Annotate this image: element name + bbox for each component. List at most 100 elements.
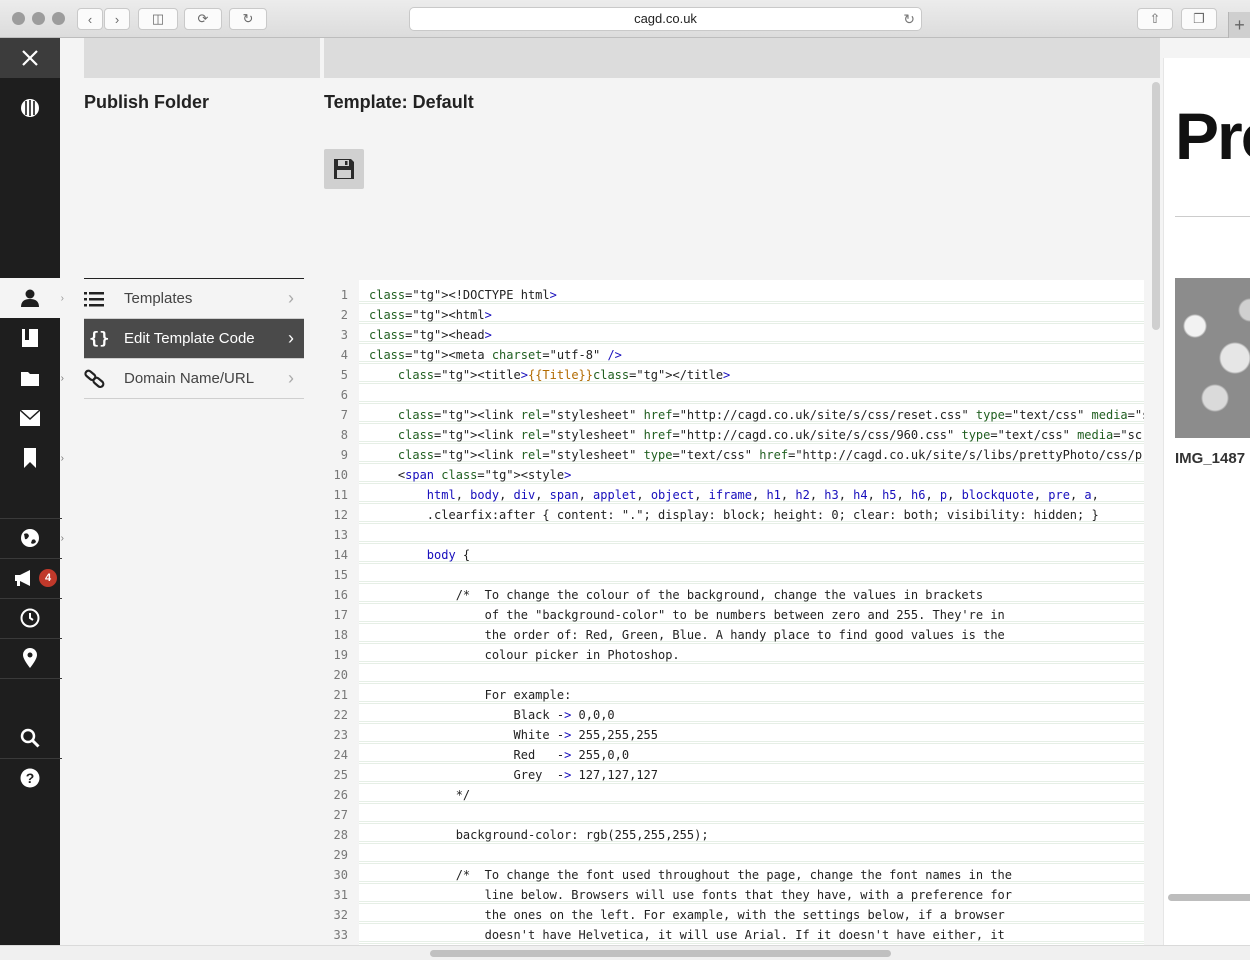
code-line[interactable]: 7 class="tg"><link rel="stylesheet" href… xyxy=(324,405,1144,425)
code-line[interactable]: 13 xyxy=(324,525,1144,545)
back-button[interactable]: ‹ xyxy=(77,8,103,30)
line-number: 1 xyxy=(340,288,348,302)
code-line[interactable]: 33 doesn't have Helvetica, it will use A… xyxy=(324,925,1144,945)
line-number: 8 xyxy=(340,428,348,442)
code-line[interactable]: 19 colour picker in Photoshop. xyxy=(324,645,1144,665)
close-window-button[interactable] xyxy=(12,12,25,25)
code-line[interactable]: 3 class="tg"><head> xyxy=(324,325,1144,345)
braces-icon: {} xyxy=(89,328,110,349)
code-text: the ones on the left. For example, with … xyxy=(369,908,1005,922)
refresh-button[interactable]: ↻ xyxy=(229,8,267,30)
vertical-scrollbar[interactable] xyxy=(1152,82,1160,330)
code-text: class="tg"><!DOCTYPE html> xyxy=(369,288,557,302)
line-number: 19 xyxy=(333,648,348,662)
sidebar-item-announcements[interactable]: 4 xyxy=(0,558,60,598)
new-tab-button[interactable]: + xyxy=(1228,12,1250,38)
preview-photo[interactable] xyxy=(1175,278,1250,438)
svg-text:?: ? xyxy=(26,770,35,786)
code-line[interactable]: 26 */ xyxy=(324,785,1144,805)
code-line[interactable]: 15 xyxy=(324,565,1144,585)
sidebar-item-folders[interactable]: › xyxy=(0,358,64,398)
envelope-icon xyxy=(20,410,40,426)
code-line[interactable]: 12 .clearfix:after { content: "."; displ… xyxy=(324,505,1144,525)
megaphone-icon xyxy=(15,570,30,586)
code-line[interactable]: 29 xyxy=(324,845,1144,865)
code-line[interactable]: 16 /* To change the colour of the backgr… xyxy=(324,585,1144,605)
save-button[interactable] xyxy=(324,149,364,189)
code-line[interactable]: 21 For example: xyxy=(324,685,1144,705)
sidebar-item-search[interactable] xyxy=(0,718,60,758)
code-line[interactable]: 5 class="tg"><title>{{Title}}class="tg">… xyxy=(324,365,1144,385)
code-line[interactable]: 8 class="tg"><link rel="stylesheet" href… xyxy=(324,425,1144,445)
menu-item-templates[interactable]: Templates › xyxy=(84,279,304,319)
site-preview: Pro IMG_1487 xyxy=(1163,58,1250,945)
menu-item-domain-name[interactable]: Domain Name/URL › xyxy=(84,359,304,399)
code-line[interactable]: 2 class="tg"><html> xyxy=(324,305,1144,325)
code-text: line below. Browsers will use fonts that… xyxy=(369,888,1012,902)
code-line[interactable]: 23 White -> 255,255,255 xyxy=(324,725,1144,745)
line-number: 32 xyxy=(333,908,348,922)
zoom-window-button[interactable] xyxy=(52,12,65,25)
code-text: html, body, div, span, applet, object, i… xyxy=(426,488,1099,502)
code-line[interactable]: 11 html, body, div, span, applet, object… xyxy=(324,485,1144,505)
tabs-button[interactable]: ❐ xyxy=(1181,8,1217,30)
code-text: */ xyxy=(369,788,471,802)
code-editor[interactable]: 1 class="tg"><!DOCTYPE html> 2 class="tg"><… xyxy=(324,280,1144,945)
chevron-right-icon: › xyxy=(288,368,294,388)
sidebar-item-bookmarks[interactable]: › xyxy=(0,438,64,478)
reload-icon[interactable]: ↻ xyxy=(903,8,915,30)
logo-button[interactable] xyxy=(0,88,60,128)
code-line[interactable]: 28 background-color: rgb(255,255,255); xyxy=(324,825,1144,845)
code-line[interactable]: 17 of the "background-color" to be numbe… xyxy=(324,605,1144,625)
code-line[interactable]: 18 the order of: Red, Green, Blue. A han… xyxy=(324,625,1144,645)
code-line[interactable]: 14 body { xyxy=(324,545,1144,565)
code-line[interactable]: 31 line below. Browsers will use fonts t… xyxy=(324,885,1144,905)
code-line[interactable]: 1 class="tg"><!DOCTYPE html> xyxy=(324,285,1144,305)
close-button[interactable] xyxy=(0,38,60,78)
sidebar-item-account[interactable]: › xyxy=(0,278,64,318)
horizontal-scrollbar[interactable] xyxy=(0,945,1250,960)
menu-item-label: Templates xyxy=(124,290,193,307)
sidebar-item-locations[interactable] xyxy=(0,638,60,678)
preview-scrollbar[interactable] xyxy=(1168,894,1250,901)
code-line[interactable]: 30 /* To change the font used throughout… xyxy=(324,865,1144,885)
minimize-window-button[interactable] xyxy=(32,12,45,25)
extension-button[interactable]: ⟳ xyxy=(184,8,222,30)
code-text: Red -> 255,0,0 xyxy=(369,748,630,762)
code-line[interactable]: 10 <span class="tg"><style> xyxy=(324,465,1144,485)
code-line[interactable]: 9 class="tg"><link rel="stylesheet" type… xyxy=(324,445,1144,465)
address-bar[interactable]: cagd.co.uk ↻ xyxy=(409,7,922,31)
code-line[interactable]: 24 Red -> 255,0,0 xyxy=(324,745,1144,765)
code-line[interactable]: 22 Black -> 0,0,0 xyxy=(324,705,1144,725)
sidebar-toggle-button[interactable]: ◫ xyxy=(138,8,178,30)
share-button[interactable]: ⇧ xyxy=(1137,8,1173,30)
list-icon xyxy=(84,291,124,307)
line-number: 24 xyxy=(333,748,348,762)
chevron-right-icon: › xyxy=(60,292,64,304)
forward-button[interactable]: › xyxy=(104,8,130,30)
code-line[interactable]: 27 xyxy=(324,805,1144,825)
sidebar-item-mail[interactable] xyxy=(0,398,60,438)
refresh-icon: ↻ xyxy=(242,11,254,26)
line-number: 18 xyxy=(333,628,348,642)
sync-icon: ⟳ xyxy=(197,11,209,26)
menu-item-edit-template-code[interactable]: {} Edit Template Code › xyxy=(84,319,304,359)
code-text: Black -> 0,0,0 xyxy=(369,708,615,722)
url-text: cagd.co.uk xyxy=(634,11,697,26)
line-number: 21 xyxy=(333,688,348,702)
horizontal-scroll-thumb[interactable] xyxy=(430,950,891,957)
line-number: 26 xyxy=(333,788,348,802)
line-number: 6 xyxy=(340,388,348,402)
code-line[interactable]: 6 xyxy=(324,385,1144,405)
code-line[interactable]: 32 the ones on the left. For example, wi… xyxy=(324,905,1144,925)
sidebar-item-history[interactable] xyxy=(0,598,60,638)
code-line[interactable]: 4 class="tg"><meta charset="utf-8" /> xyxy=(324,345,1144,365)
code-text: /* To change the font used throughout th… xyxy=(369,868,1012,882)
sidebar-item-pages[interactable] xyxy=(0,318,60,358)
code-text: doesn't have Helvetica, it will use Aria… xyxy=(369,928,1005,942)
code-line[interactable]: 25 Grey -> 127,127,127 xyxy=(324,765,1144,785)
sidebar-item-domains[interactable]: › xyxy=(0,518,64,558)
sidebar-item-help[interactable]: ? xyxy=(0,758,60,798)
code-line[interactable]: 20 xyxy=(324,665,1144,685)
line-number: 22 xyxy=(333,708,348,722)
